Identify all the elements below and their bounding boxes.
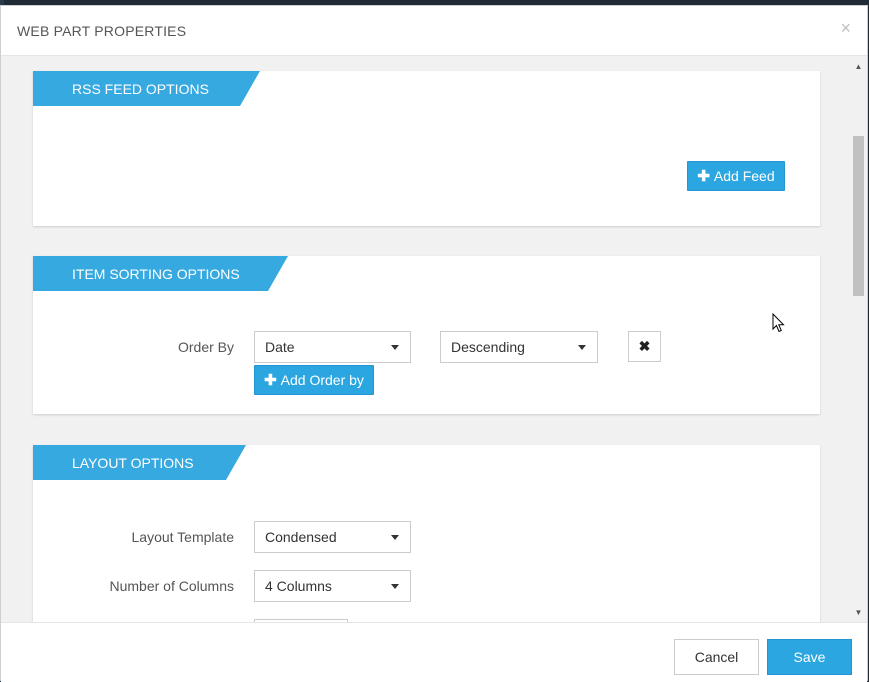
section-title: ITEM SORTING OPTIONS xyxy=(72,266,240,282)
order-direction-select[interactable]: Descending xyxy=(440,331,598,363)
add-order-by-button[interactable]: ✚ Add Order by xyxy=(254,365,374,395)
layout-template-select[interactable]: Condensed xyxy=(254,521,411,553)
number-of-columns-select[interactable]: 4 Columns xyxy=(254,570,411,602)
scroll-up-arrow-icon[interactable]: ▲ xyxy=(850,60,867,74)
caret-down-icon xyxy=(391,345,399,350)
scroll-thumb[interactable] xyxy=(853,136,864,296)
section-header-tab: ITEM SORTING OPTIONS xyxy=(33,256,288,291)
plus-icon: ✚ xyxy=(697,168,710,185)
section-title: RSS FEED OPTIONS xyxy=(72,81,209,97)
number-of-columns-value: 4 Columns xyxy=(265,578,332,594)
caret-down-icon xyxy=(391,535,399,540)
cancel-button[interactable]: Cancel xyxy=(674,639,759,675)
item-sorting-options-section: ITEM SORTING OPTIONS Order By Date Desce… xyxy=(33,256,820,414)
section-header-tab: LAYOUT OPTIONS xyxy=(33,445,246,480)
add-order-label: Add Order by xyxy=(280,372,364,388)
mouse-cursor-icon xyxy=(772,313,785,333)
caret-down-icon xyxy=(578,345,586,350)
layout-template-label: Layout Template xyxy=(131,529,234,545)
modal-body: RSS FEED OPTIONS ✚ Add Feed ITEM SORTING… xyxy=(1,56,867,622)
remove-order-button[interactable]: ✖ xyxy=(628,331,661,362)
rss-feed-options-section: RSS FEED OPTIONS ✚ Add Feed xyxy=(33,71,820,226)
layout-options-section: LAYOUT OPTIONS Layout Template Condensed… xyxy=(33,445,820,622)
save-button[interactable]: Save xyxy=(767,639,852,675)
order-direction-value: Descending xyxy=(451,339,525,355)
order-field-value: Date xyxy=(265,339,295,355)
scroll-down-arrow-icon[interactable]: ▼ xyxy=(850,606,867,620)
modal-title: WEB PART PROPERTIES xyxy=(17,23,187,39)
section-header-tab: RSS FEED OPTIONS xyxy=(33,71,260,106)
vertical-scrollbar[interactable]: ▲ ▼ xyxy=(850,56,867,622)
modal-header: WEB PART PROPERTIES × xyxy=(1,6,867,56)
layout-template-value: Condensed xyxy=(265,529,337,545)
close-icon[interactable]: × xyxy=(840,18,851,38)
order-by-label: Order By xyxy=(177,339,234,355)
times-icon: ✖ xyxy=(638,338,651,354)
caret-down-icon xyxy=(391,584,399,589)
web-part-properties-dialog: WEB PART PROPERTIES × RSS FEED OPTIONS ✚… xyxy=(0,5,868,682)
plus-icon: ✚ xyxy=(264,372,277,389)
section-title: LAYOUT OPTIONS xyxy=(72,455,194,471)
number-of-columns-label: Number of Columns xyxy=(109,578,235,594)
add-feed-button[interactable]: ✚ Add Feed xyxy=(687,161,785,191)
modal-footer: Cancel Save xyxy=(1,622,867,682)
order-field-select[interactable]: Date xyxy=(254,331,411,363)
add-feed-label: Add Feed xyxy=(713,168,775,184)
